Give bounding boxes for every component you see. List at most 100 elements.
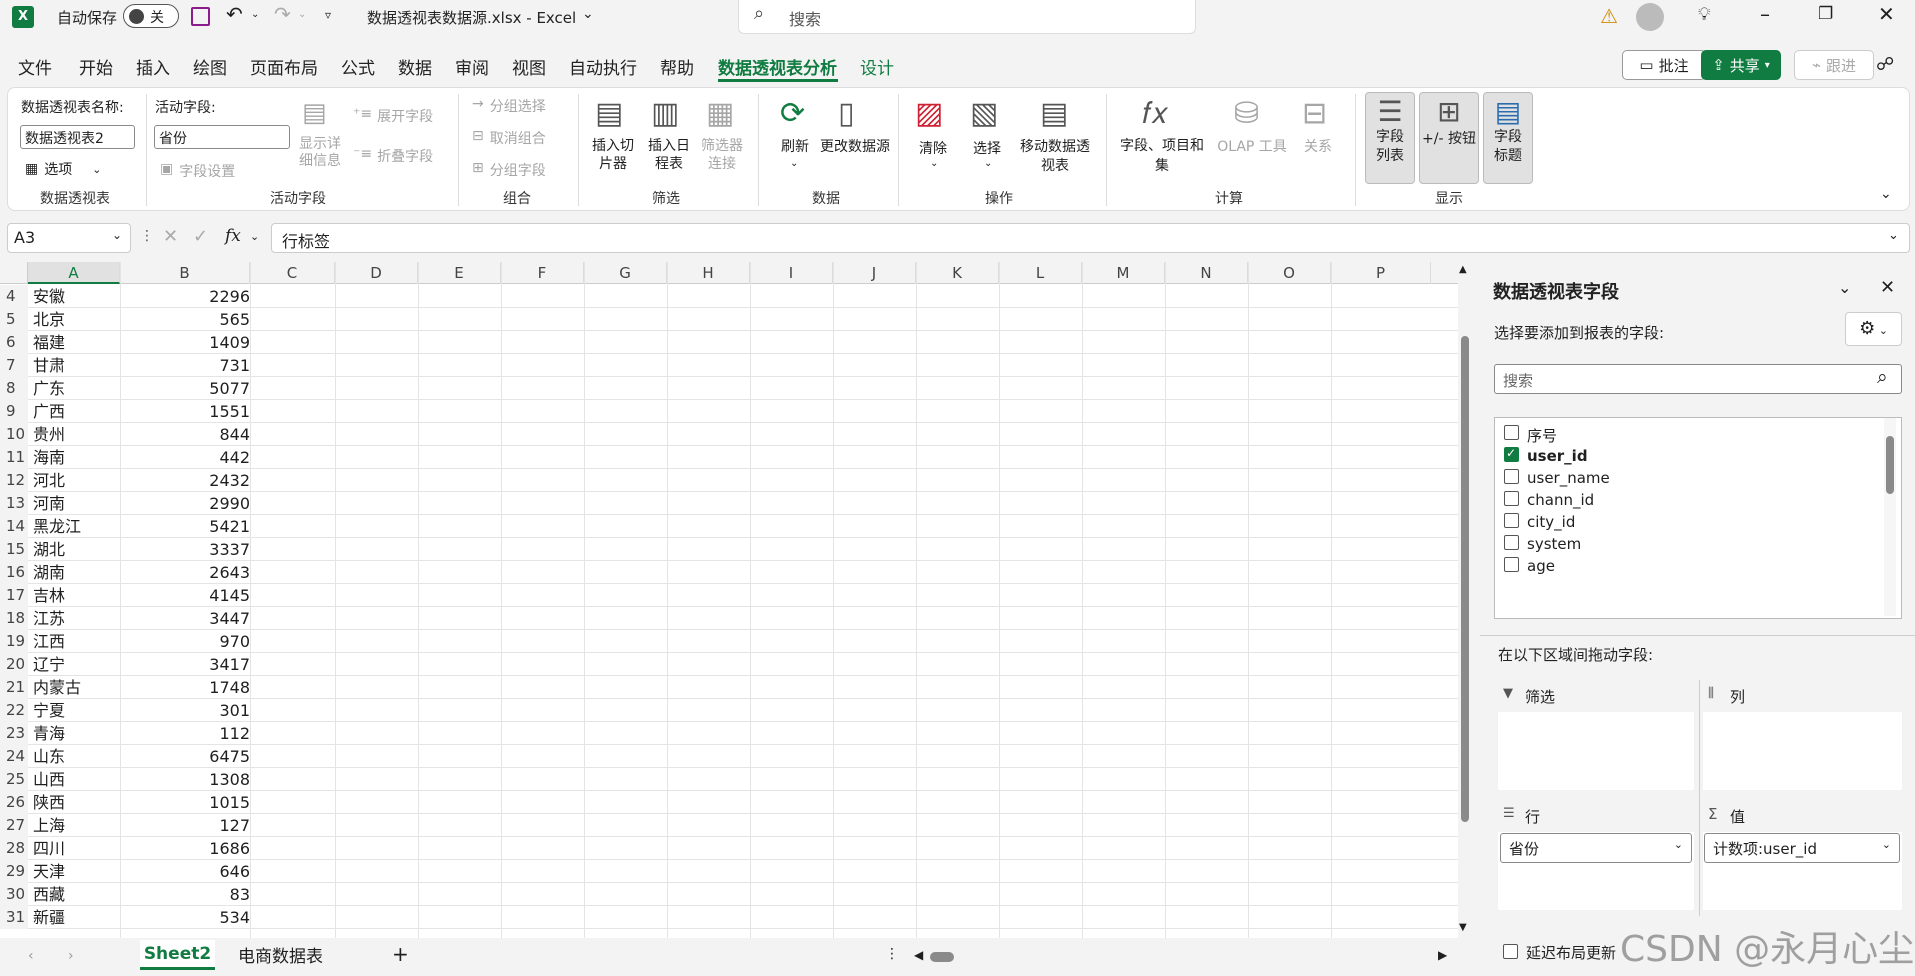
- comments-button[interactable]: ▭ 批注: [1622, 50, 1706, 80]
- row-number[interactable]: 25: [0, 768, 28, 791]
- row-number[interactable]: 5: [0, 308, 28, 331]
- field-checkbox[interactable]: [1504, 491, 1519, 506]
- menu-insert[interactable]: 插入: [136, 54, 170, 79]
- add-sheet-icon[interactable]: +: [392, 942, 409, 966]
- cell-count[interactable]: 565: [120, 308, 250, 331]
- cell-count[interactable]: 1686: [120, 837, 250, 860]
- more-icon[interactable]: ⋮: [140, 228, 154, 244]
- tab-splitter-icon[interactable]: ⋮: [885, 946, 899, 962]
- menu-formulas[interactable]: 公式: [341, 54, 375, 79]
- row-number[interactable]: 27: [0, 814, 28, 837]
- cell-province[interactable]: 山东: [33, 745, 65, 768]
- column-header-i[interactable]: I: [750, 262, 833, 284]
- cell-province[interactable]: 湖南: [33, 561, 65, 584]
- hscroll-left-icon[interactable]: ◀: [914, 948, 923, 962]
- table-row[interactable]: 9 广西 1551: [0, 400, 1460, 423]
- cell-province[interactable]: 安徽: [33, 285, 65, 308]
- insert-slicer-button[interactable]: 插入切片器: [588, 137, 638, 173]
- tab-sheet2[interactable]: Sheet2: [140, 940, 215, 970]
- column-header-h[interactable]: H: [667, 262, 750, 284]
- ribbon-collapse-icon[interactable]: ⌄: [1880, 186, 1892, 202]
- column-header-d[interactable]: D: [335, 262, 418, 284]
- cell-province[interactable]: 吉林: [33, 584, 65, 607]
- cell-count[interactable]: 3417: [120, 653, 250, 676]
- active-field-input[interactable]: 省份: [154, 125, 290, 149]
- row-number[interactable]: 30: [0, 883, 28, 906]
- cell-province[interactable]: 陕西: [33, 791, 65, 814]
- group-selection-button[interactable]: → 分组选择: [472, 96, 546, 116]
- cell-count[interactable]: 1748: [120, 676, 250, 699]
- clear-button[interactable]: 清除: [908, 138, 958, 158]
- row-number[interactable]: 17: [0, 584, 28, 607]
- table-row[interactable]: 19 江西 970: [0, 630, 1460, 653]
- column-header-k[interactable]: K: [916, 262, 999, 284]
- cell-count[interactable]: 301: [120, 699, 250, 722]
- column-header-b[interactable]: B: [120, 262, 250, 284]
- rows-field-dropdown[interactable]: 省份 ⌄: [1500, 833, 1692, 863]
- scroll-down-icon[interactable]: ▼: [1459, 922, 1467, 933]
- field-item[interactable]: age: [1495, 554, 1875, 576]
- cell-count[interactable]: 112: [120, 722, 250, 745]
- defer-update-checkbox[interactable]: [1503, 944, 1518, 959]
- field-checkbox[interactable]: [1504, 535, 1519, 550]
- cell-count[interactable]: 127: [120, 814, 250, 837]
- field-item[interactable]: system: [1495, 532, 1875, 554]
- table-row[interactable]: 23 青海 112: [0, 722, 1460, 745]
- fields-items-sets-button[interactable]: 字段、项目和集: [1116, 136, 1208, 176]
- horizontal-scroll-thumb[interactable]: [930, 952, 954, 962]
- cell-count[interactable]: 646: [120, 860, 250, 883]
- field-settings-button[interactable]: ▣ 字段设置: [160, 161, 235, 181]
- undo-icon[interactable]: ↶: [226, 2, 243, 26]
- copilot-icon[interactable]: ☍: [1876, 54, 1894, 75]
- cell-province[interactable]: 广东: [33, 377, 65, 400]
- cell-province[interactable]: 福建: [33, 331, 65, 354]
- customize-qat-icon[interactable]: ▿: [325, 8, 331, 22]
- refresh-button[interactable]: 刷新: [770, 138, 820, 156]
- column-header-g[interactable]: G: [584, 262, 667, 284]
- cell-province[interactable]: 江西: [33, 630, 65, 653]
- cell-province[interactable]: 山西: [33, 768, 65, 791]
- formula-input[interactable]: 行标签: [271, 223, 1910, 253]
- refresh-dropdown-icon[interactable]: ⌄: [790, 158, 798, 169]
- cell-count[interactable]: 1015: [120, 791, 250, 814]
- cancel-icon[interactable]: ✕: [163, 226, 178, 247]
- cell-count[interactable]: 2643: [120, 561, 250, 584]
- cell-province[interactable]: 宁夏: [33, 699, 65, 722]
- row-number[interactable]: 10: [0, 423, 28, 446]
- columns-area[interactable]: [1703, 712, 1902, 790]
- column-header-o[interactable]: O: [1248, 262, 1331, 284]
- row-number[interactable]: 13: [0, 492, 28, 515]
- table-row[interactable]: 6 福建 1409: [0, 331, 1460, 354]
- cell-count[interactable]: 731: [120, 354, 250, 377]
- pivot-name-input[interactable]: 数据透视表2: [20, 125, 135, 149]
- row-number[interactable]: 7: [0, 354, 28, 377]
- field-checkbox[interactable]: [1504, 513, 1519, 528]
- row-number[interactable]: 18: [0, 607, 28, 630]
- field-headers-button[interactable]: ▤ 字段标题: [1483, 92, 1533, 184]
- insert-timeline-button[interactable]: 插入日程表: [643, 137, 695, 173]
- menu-pivot-analyze[interactable]: 数据透视表分析: [718, 54, 837, 79]
- save-icon[interactable]: [191, 7, 210, 26]
- row-number[interactable]: 21: [0, 676, 28, 699]
- field-list-button[interactable]: ☰ 字段列表: [1365, 92, 1415, 184]
- warning-icon[interactable]: ⚠: [1600, 4, 1618, 28]
- lightbulb-icon[interactable]: 💡︎: [1698, 4, 1711, 25]
- table-row[interactable]: 29 天津 646: [0, 860, 1460, 883]
- field-checkbox[interactable]: [1504, 425, 1519, 440]
- table-row[interactable]: 11 海南 442: [0, 446, 1460, 469]
- row-number[interactable]: 31: [0, 906, 28, 929]
- field-search-input[interactable]: 搜索 ⌕: [1494, 364, 1902, 394]
- menu-view[interactable]: 视图: [512, 54, 546, 79]
- field-item[interactable]: chann_id: [1495, 488, 1875, 510]
- olap-tools-button[interactable]: OLAP 工具: [1212, 136, 1292, 156]
- table-row[interactable]: 16 湖南 2643: [0, 561, 1460, 584]
- table-row[interactable]: 30 西藏 83: [0, 883, 1460, 906]
- table-row[interactable]: 8 广东 5077: [0, 377, 1460, 400]
- cell-province[interactable]: 河南: [33, 492, 65, 515]
- cell-count[interactable]: 5077: [120, 377, 250, 400]
- undo-dropdown-icon[interactable]: ⌄: [251, 9, 259, 20]
- catchup-button[interactable]: ⌁ 跟进: [1794, 50, 1874, 80]
- menu-home[interactable]: 开始: [79, 54, 113, 79]
- cell-province[interactable]: 天津: [33, 860, 65, 883]
- menu-file[interactable]: 文件: [18, 54, 52, 79]
